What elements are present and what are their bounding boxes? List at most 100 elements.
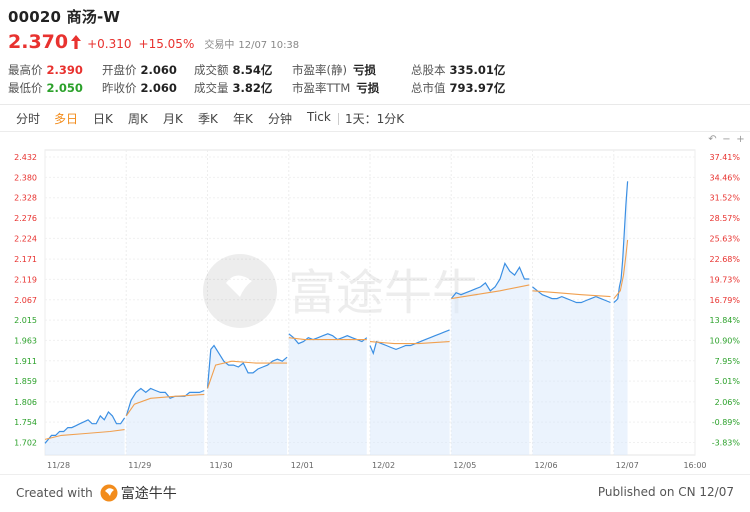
pct-tick-label: 25.63%	[709, 234, 740, 243]
x-tick-label: 12/05	[453, 461, 476, 470]
x-tick-label: 12/01	[291, 461, 314, 470]
pct-tick-label: 34.46%	[709, 173, 740, 182]
y-tick-label: 1.754	[14, 418, 37, 427]
stat-label: 最低价	[8, 81, 43, 95]
tab-tick[interactable]: Tick	[307, 110, 331, 124]
stat-value: 3.82亿	[232, 81, 273, 95]
tab-minute[interactable]: 分钟	[268, 110, 292, 127]
tab-quarterly-k[interactable]: 季K	[198, 110, 218, 127]
stat-label: 开盘价	[102, 63, 137, 77]
pct-tick-label: 2.06%	[715, 398, 741, 407]
zoom-in-icon[interactable]: +	[735, 134, 746, 145]
pct-tick-label: -0.89%	[712, 418, 741, 427]
tab-daily-k[interactable]: 日K	[93, 110, 113, 127]
y-tick-label: 1.911	[14, 357, 37, 366]
footer-created-with: Created with 富途牛牛	[16, 483, 177, 503]
stat-label: 市盈率(静)	[292, 63, 347, 77]
stat-label: 昨收价	[102, 81, 137, 95]
price-row: 2.370 +0.310 +15.05% 交易中 12/07 10:38	[8, 31, 299, 53]
stat-value: 793.97亿	[449, 81, 506, 95]
stat-prev-close: 昨收价 2.060	[102, 80, 177, 96]
price-area	[532, 286, 611, 455]
futu-logo-icon	[100, 484, 118, 502]
price-chart[interactable]: 富途牛牛 2.432 2.380 2.328 2.276 2.224 2.171 2.119…	[0, 145, 750, 470]
stat-value: 2.060	[140, 63, 177, 77]
x-tick-label: 12/02	[372, 461, 395, 470]
tab-multi-day[interactable]: 多日	[54, 110, 78, 127]
y-tick-label: 1.963	[14, 336, 37, 345]
pct-tick-label: 7.95%	[715, 357, 741, 366]
footer-divider	[0, 474, 750, 475]
price-area	[370, 329, 450, 455]
tab-monthly-k[interactable]: 月K	[163, 110, 183, 127]
x-tick-label: 12/07	[616, 461, 639, 470]
quote-time: 12/07 10:38	[238, 40, 300, 51]
price-area	[126, 388, 205, 455]
stat-pe-static: 市盈率(静) 亏损	[292, 62, 376, 78]
footer-brand: 富途牛牛	[120, 486, 177, 502]
pct-tick-label: 19.73%	[709, 275, 740, 284]
stat-value: 8.54亿	[232, 63, 273, 77]
pct-tick-label: 31.52%	[709, 194, 740, 203]
y-tick-label: 2.015	[14, 316, 37, 325]
stat-value: 2.050	[46, 81, 83, 95]
stat-label: 成交量	[194, 81, 229, 95]
y-tick-label: 2.067	[14, 296, 37, 305]
stat-volume: 成交量 3.82亿	[194, 80, 272, 96]
stat-market-cap: 总市值 793.97亿	[411, 80, 505, 96]
stat-label: 市盈率TTM	[292, 81, 351, 95]
pct-tick-label: 28.57%	[709, 214, 740, 223]
y-tick-label: 2.171	[14, 255, 37, 264]
tab-interval-selector[interactable]: 1天：1分K	[345, 110, 404, 127]
pct-tick-label: 5.01%	[715, 377, 741, 386]
y-tick-label: 2.224	[14, 234, 37, 243]
pct-tick-label: 16.79%	[709, 296, 740, 305]
stat-label: 总股本	[411, 63, 446, 77]
stock-title: 00020 商汤-W	[8, 8, 121, 26]
y-tick-label: 2.328	[14, 194, 37, 203]
stat-pe-ttm: 市盈率TTM 亏损	[292, 80, 379, 96]
tab-intraday[interactable]: 分时	[16, 110, 40, 127]
stat-label: 总市值	[411, 81, 446, 95]
stat-high: 最高价 2.390	[8, 62, 83, 78]
y-tick-label: 2.380	[14, 173, 37, 182]
tab-separator	[338, 113, 339, 125]
x-tick-label: 11/29	[128, 461, 151, 470]
price-area	[288, 333, 367, 455]
price-change: +0.310	[87, 37, 132, 51]
x-tick-label: 11/28	[47, 461, 70, 470]
zoom-out-icon[interactable]: −	[721, 134, 732, 145]
footer-created-label: Created with	[16, 486, 93, 500]
tab-yearly-k[interactable]: 年K	[233, 110, 253, 127]
stat-value: 2.390	[46, 63, 83, 77]
y-tick-label: 1.806	[14, 398, 37, 407]
stat-low: 最低价 2.050	[8, 80, 83, 96]
tab-weekly-k[interactable]: 周K	[128, 110, 148, 127]
x-tick-label: 12/06	[535, 461, 558, 470]
stat-label: 最高价	[8, 63, 43, 77]
watermark-text: 富途牛牛	[288, 265, 480, 321]
pct-tick-label: 10.90%	[709, 336, 740, 345]
x-tick-label: 11/30	[210, 461, 233, 470]
stat-label: 成交额	[194, 63, 229, 77]
current-price: 2.370	[8, 31, 69, 53]
price-change-pct: +15.05%	[138, 37, 195, 51]
up-arrow-icon	[71, 35, 82, 49]
pct-tick-label: 13.84%	[709, 316, 740, 325]
y-tick-label: 2.119	[14, 275, 37, 284]
undo-icon[interactable]: ↶	[707, 134, 718, 145]
y-axis-percent: 37.41% 34.46% 31.52% 28.57% 25.63% 22.68% 19.7…	[709, 153, 740, 447]
price-area	[613, 181, 628, 456]
tabs-divider	[0, 131, 750, 132]
stat-value: 2.060	[140, 81, 177, 95]
stat-total-shares: 总股本 335.01亿	[411, 62, 505, 78]
footer-published: Published on CN 12/07	[597, 485, 734, 499]
stat-value: 亏损	[356, 81, 380, 95]
y-tick-label: 1.859	[14, 377, 37, 386]
stat-value: 335.01亿	[449, 63, 506, 77]
stat-turnover: 成交额 8.54亿	[194, 62, 272, 78]
y-tick-label: 2.432	[14, 153, 37, 162]
pct-tick-label: -3.83%	[712, 438, 741, 447]
trading-status: 交易中	[204, 40, 235, 51]
pct-tick-label: 37.41%	[709, 153, 740, 162]
